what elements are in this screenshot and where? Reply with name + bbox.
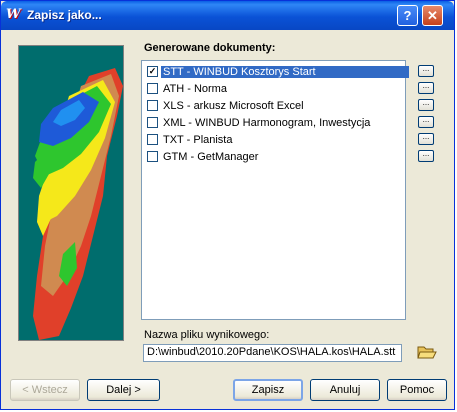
dialog-client-area: Generowane dokumenty: ✓ STT - WINBUD Kos…: [4, 31, 451, 407]
winbud-app-icon: W: [6, 7, 21, 22]
checkbox-stt[interactable]: ✓: [147, 66, 158, 77]
help-button[interactable]: Pomoc: [387, 379, 447, 401]
document-item-ath[interactable]: ATH - Norma: [142, 81, 405, 98]
close-button[interactable]: ✕: [422, 5, 443, 26]
open-folder-icon[interactable]: [417, 344, 437, 360]
cancel-button[interactable]: Anuluj: [310, 379, 380, 401]
save-button[interactable]: Zapisz: [233, 379, 303, 401]
window-title: Zapisz jako...: [27, 8, 102, 22]
output-file-input[interactable]: D:\winbud\2010.20Pdane\KOS\HALA.kos\HALA…: [143, 344, 402, 362]
document-item-stt[interactable]: ✓ STT - WINBUD Kosztorys Start: [142, 64, 409, 81]
checkbox-txt[interactable]: [147, 134, 158, 145]
save-as-dialog: W Zapisz jako... ? ✕ Generowane dokument…: [0, 0, 455, 410]
next-button[interactable]: Dalej >: [87, 379, 160, 401]
document-item-xml[interactable]: XML - WINBUD Harmonogram, Inwestycja: [142, 115, 405, 132]
document-item-xls[interactable]: XLS - arkusz Microsoft Excel: [142, 98, 405, 115]
title-bar[interactable]: W Zapisz jako... ? ✕: [1, 1, 454, 30]
wizard-side-image: [18, 45, 124, 341]
document-item-label: XML - WINBUD Harmonogram, Inwestycja: [163, 117, 371, 129]
options-button-xls[interactable]: ...: [418, 99, 434, 111]
back-button[interactable]: < Wstecz: [10, 379, 80, 401]
document-item-gtm[interactable]: GTM - GetManager: [142, 149, 405, 166]
documents-list[interactable]: ✓ STT - WINBUD Kosztorys Start ATH - Nor…: [141, 60, 409, 320]
checkbox-xml[interactable]: [147, 117, 158, 128]
checkbox-gtm[interactable]: [147, 151, 158, 162]
document-item-label: TXT - Planista: [163, 134, 233, 146]
checkbox-ath[interactable]: [147, 83, 158, 94]
output-file-label: Nazwa pliku wynikowego:: [144, 329, 270, 341]
options-button-stt[interactable]: ...: [418, 65, 434, 77]
documents-group-label: Generowane dokumenty:: [144, 42, 276, 54]
terrain-image: [19, 46, 123, 340]
document-item-label: ATH - Norma: [163, 83, 227, 95]
options-button-ath[interactable]: ...: [418, 82, 434, 94]
document-item-label: STT - WINBUD Kosztorys Start: [161, 66, 409, 78]
options-button-xml[interactable]: ...: [418, 116, 434, 128]
checkbox-xls[interactable]: [147, 100, 158, 111]
document-item-txt[interactable]: TXT - Planista: [142, 132, 405, 149]
document-item-label: GTM - GetManager: [163, 151, 259, 163]
help-title-button[interactable]: ?: [397, 5, 418, 26]
options-button-gtm[interactable]: ...: [418, 150, 434, 162]
options-button-txt[interactable]: ...: [418, 133, 434, 145]
document-item-label: XLS - arkusz Microsoft Excel: [163, 100, 304, 112]
